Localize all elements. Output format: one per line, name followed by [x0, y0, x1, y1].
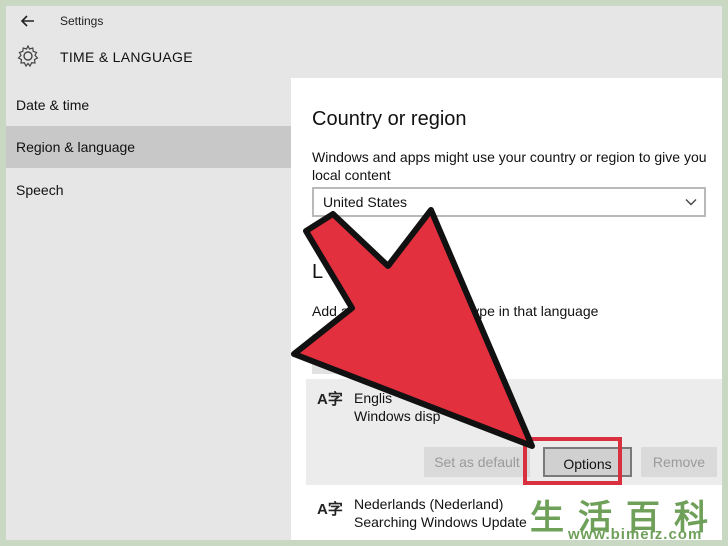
language-icon: A字 [317, 391, 343, 408]
sidebar-item-region-language[interactable]: Region & language [6, 126, 291, 168]
watermark-char: 生 [530, 498, 564, 538]
language-icon: A字 [317, 501, 343, 518]
sidebar: Date & time Region & language Speech [6, 78, 291, 540]
section-title: TIME & LANGUAGE [60, 49, 193, 65]
options-highlight-box [523, 437, 622, 485]
watermark-logo: 生 活 百 科 www.bimeiz.com [526, 490, 722, 540]
sidebar-item-date-time[interactable]: Date & time [6, 84, 291, 126]
back-arrow-icon[interactable] [18, 11, 38, 31]
sidebar-item-speech[interactable]: Speech [6, 169, 291, 211]
remove-button[interactable]: Remove [641, 447, 717, 477]
country-description: Windows and apps might use your country … [312, 149, 707, 183]
title-bar: Settings [6, 6, 722, 36]
language-name: Englis [354, 390, 393, 406]
chevron-down-icon [685, 199, 697, 206]
language-subtitle: Searching Windows Update [354, 514, 527, 530]
set-default-button[interactable]: Set as default [424, 447, 530, 477]
watermark-url: www.bimeiz.com [568, 526, 703, 540]
window-title: Settings [60, 14, 104, 28]
languages-heading: L es [312, 261, 411, 283]
settings-window: Settings TIME & LANGUAGE Date & time Reg… [6, 6, 722, 540]
gear-icon [17, 44, 39, 68]
main-content: Country or region Windows and apps might… [291, 78, 722, 540]
country-heading: Country or region [312, 108, 467, 130]
language-subtitle: Windows disp [354, 408, 441, 424]
country-dropdown-value: United States [323, 194, 408, 210]
add-language-text: Add a la ype in that language [312, 303, 599, 319]
language-name: Nederlands (Nederland) [354, 496, 504, 512]
language-item-english[interactable]: A字 Englis Windows disp Set as default Op… [306, 379, 722, 485]
add-language-button[interactable] [312, 334, 356, 374]
country-dropdown[interactable]: United States [312, 187, 706, 217]
